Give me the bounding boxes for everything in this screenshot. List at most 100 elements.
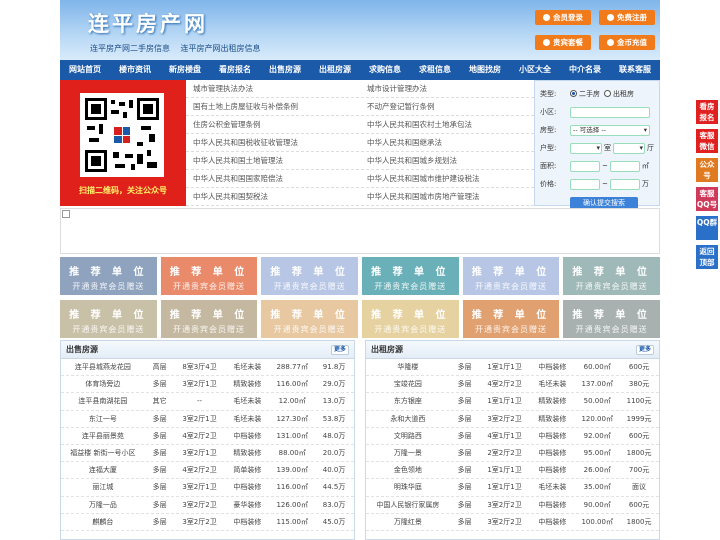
table-row[interactable]: 中国人民银行家属房 多层 3室2厅2卫 中档装修 90.00㎡ 600元	[366, 497, 659, 514]
law-link[interactable]: 城市设计管理办法	[360, 80, 534, 97]
listing-title-link[interactable]: 万隆红景	[366, 514, 450, 530]
nav-item[interactable]: 求购信息	[360, 60, 410, 80]
nav-item[interactable]: 新房楼盘	[160, 60, 210, 80]
table-row[interactable]: 东江一号 多层 3室2厅1卫 毛坯未装 127.30㎡ 53.8万	[61, 411, 354, 428]
recommend-ad-slot[interactable]: 推 荐 单 位开通贵宾会员赠送	[462, 300, 560, 338]
area-max-input[interactable]	[609, 160, 640, 172]
table-row[interactable]: 文明路西 多层 4室1厅1卫 中档装修 92.00㎡ 600元	[366, 428, 659, 445]
banner-image[interactable]	[60, 208, 660, 254]
law-link[interactable]: 中华人民共和国城市维护建设税法	[360, 170, 534, 187]
price-max-input[interactable]	[609, 178, 640, 190]
recharge-button[interactable]: 金币充值	[599, 35, 655, 50]
listing-title-link[interactable]: 丽江城	[61, 479, 145, 495]
table-row[interactable]: 连平县南湖花园 其它 -- 毛坯未装 12.00㎡ 13.0万	[61, 393, 354, 411]
nav-item[interactable]: 求租信息	[410, 60, 460, 80]
listing-title-link[interactable]: 连平县丽景苑	[61, 428, 145, 444]
law-link[interactable]: 中华人民共和国城市房地产管理法	[360, 188, 534, 205]
float-button[interactable]: 客服微信	[696, 129, 718, 153]
law-link[interactable]: 中华人民共和国土地管理法	[186, 152, 360, 169]
house-type-select[interactable]: -- 可选择 -- ▾	[570, 124, 650, 136]
table-row[interactable]: 丽江城 多层 3室2厅1卫 中档装修 116.00㎡ 44.5万	[61, 479, 354, 497]
listing-title-link[interactable]: 东江一号	[61, 411, 145, 427]
listing-title-link[interactable]: 万隆一品	[61, 497, 145, 513]
recommend-ad-slot[interactable]: 推 荐 单 位开通贵宾会员赠送	[60, 300, 157, 338]
table-row[interactable]: 连平县丽景苑 多层 4室2厅2卫 中档装修 131.00㎡ 48.0万	[61, 428, 354, 445]
table-row[interactable]: 连平县城燕龙花园 高层 8室3厅4卫 毛坯未装 288.77㎡ 91.8万	[61, 359, 354, 377]
nav-item[interactable]: 中介名录	[560, 60, 610, 80]
listing-title-link[interactable]: 连福大厦	[61, 462, 145, 478]
listing-title-link[interactable]: 文明路西	[366, 428, 450, 444]
float-button[interactable]: 返回顶部	[696, 245, 718, 269]
nav-item[interactable]: 联系客服	[610, 60, 660, 80]
table-row[interactable]: 永和大道西 多层 3室2厅2卫 精致装修 120.00㎡ 1999元	[366, 411, 659, 428]
nav-item[interactable]: 楼市资讯	[110, 60, 160, 80]
table-row[interactable]: 华隆楼 多层 1室1厅1卫 中档装修 60.00㎡ 600元	[366, 359, 659, 377]
listing-title-link[interactable]: 华隆楼	[366, 359, 450, 375]
float-button[interactable]: QQ群	[696, 216, 718, 240]
listing-title-link[interactable]: 万隆一景	[366, 445, 450, 461]
recommend-ad-slot[interactable]: 推 荐 单 位开通贵宾会员赠送	[261, 257, 358, 295]
recommend-ad-slot[interactable]: 推 荐 单 位开通贵宾会员赠送	[462, 257, 560, 295]
table-row[interactable]: 宝竣花园 多层 4室2厅2卫 毛坯未装 137.00㎡ 380元	[366, 376, 659, 394]
register-button[interactable]: 免费注册	[599, 10, 655, 25]
law-link[interactable]: 住房公积金管理条例	[186, 116, 360, 133]
listing-title-link[interactable]: 体育场旁边	[61, 376, 145, 392]
law-link[interactable]: 城市管理执法办法	[186, 80, 360, 97]
listing-title-link[interactable]: 中国人民银行家属房	[366, 497, 450, 513]
law-link[interactable]: 国有土地上房屋征收与补偿条例	[186, 98, 360, 115]
radio-rental[interactable]: 出租房	[604, 89, 634, 99]
nav-item[interactable]: 出租房源	[310, 60, 360, 80]
law-link[interactable]: 中华人民共和国农村土地承包法	[360, 116, 534, 133]
nav-item[interactable]: 小区大全	[510, 60, 560, 80]
law-link[interactable]: 中华人民共和国国家赔偿法	[186, 170, 360, 187]
vip-package-button[interactable]: 贵宾套餐	[535, 35, 591, 50]
listing-title-link[interactable]: 连平县南湖花园	[61, 393, 145, 409]
table-row[interactable]: 麒麟台 多层 3室2厅2卫 中档装修 115.00㎡ 45.0万	[61, 514, 354, 531]
table-row[interactable]: 体育场旁边 多层 3室2厅1卫 精致装修 116.00㎡ 29.0万	[61, 376, 354, 394]
room-select[interactable]: ▾	[570, 142, 602, 154]
radio-second-hand[interactable]: 二手房	[570, 89, 600, 99]
site-logo[interactable]: 连平房产网	[88, 8, 208, 38]
law-link[interactable]: 中华人民共和国继承法	[360, 134, 534, 151]
rent-more-link[interactable]: 更多	[635, 345, 654, 355]
table-row[interactable]: 金色领地 多层 1室1厅1卫 中档装修 26.00㎡ 700元	[366, 462, 659, 480]
recommend-ad-slot[interactable]: 推 荐 单 位开通贵宾会员赠送	[361, 257, 459, 295]
float-button[interactable]: 客服QQ号	[696, 187, 718, 211]
price-min-input[interactable]	[570, 178, 600, 190]
nav-item[interactable]: 看房报名	[210, 60, 260, 80]
float-button[interactable]: 公众号	[696, 158, 718, 182]
table-row[interactable]: 东方银座 多层 1室1厅1卫 精致装修 50.00㎡ 1100元	[366, 393, 659, 411]
recommend-ad-slot[interactable]: 推 荐 单 位开通贵宾会员赠送	[160, 300, 258, 338]
listing-title-link[interactable]: 宝竣花园	[366, 376, 450, 392]
recommend-ad-slot[interactable]: 推 荐 单 位开通贵宾会员赠送	[160, 257, 258, 295]
listing-title-link[interactable]: 永和大道西	[366, 411, 450, 427]
sale-more-link[interactable]: 更多	[330, 345, 349, 355]
community-input[interactable]	[570, 106, 650, 118]
hall-select[interactable]: ▾	[613, 142, 645, 154]
table-row[interactable]: 万隆一品 多层 3室2厅2卫 豪华装修 126.00㎡ 83.0万	[61, 497, 354, 514]
nav-item[interactable]: 地图找房	[460, 60, 510, 80]
float-button[interactable]: 看房报名	[696, 100, 718, 124]
listing-title-link[interactable]: 东方银座	[366, 393, 450, 409]
table-row[interactable]: 明珠华庭 多层 1室1厅1卫 毛坯未装 35.00㎡ 面议	[366, 479, 659, 497]
recommend-ad-slot[interactable]: 推 荐 单 位开通贵宾会员赠送	[563, 257, 660, 295]
listing-title-link[interactable]: 福益楼 新街一号小区	[61, 445, 145, 461]
listing-title-link[interactable]: 金色领地	[366, 462, 450, 478]
recommend-ad-slot[interactable]: 推 荐 单 位开通贵宾会员赠送	[60, 257, 157, 295]
recommend-ad-slot[interactable]: 推 荐 单 位开通贵宾会员赠送	[361, 300, 459, 338]
table-row[interactable]: 万隆一景 多层 2室2厅2卫 中档装修 95.00㎡ 1800元	[366, 445, 659, 463]
table-row[interactable]: 福益楼 新街一号小区 多层 3室2厅1卫 精致装修 88.00㎡ 20.0万	[61, 445, 354, 463]
listing-title-link[interactable]: 连平县城燕龙花园	[61, 359, 145, 375]
law-link[interactable]: 中华人民共和国城乡规划法	[360, 152, 534, 169]
login-button[interactable]: 会员登录	[535, 10, 591, 25]
area-min-input[interactable]	[570, 160, 600, 172]
listing-title-link[interactable]: 明珠华庭	[366, 479, 450, 495]
law-link[interactable]: 中华人民共和国契税法	[186, 188, 360, 205]
nav-item[interactable]: 出售房源	[260, 60, 310, 80]
law-link[interactable]: 中华人民共和国税收征收管理法	[186, 134, 360, 151]
nav-item[interactable]: 网站首页	[60, 60, 110, 80]
recommend-ad-slot[interactable]: 推 荐 单 位开通贵宾会员赠送	[563, 300, 660, 338]
table-row[interactable]: 连福大厦 多层 4室2厅2卫 简单装修 139.00㎡ 40.0万	[61, 462, 354, 480]
table-row[interactable]: 万隆红景 多层 3室2厅2卫 中档装修 100.00㎡ 1800元	[366, 514, 659, 531]
listing-title-link[interactable]: 麒麟台	[61, 514, 145, 530]
